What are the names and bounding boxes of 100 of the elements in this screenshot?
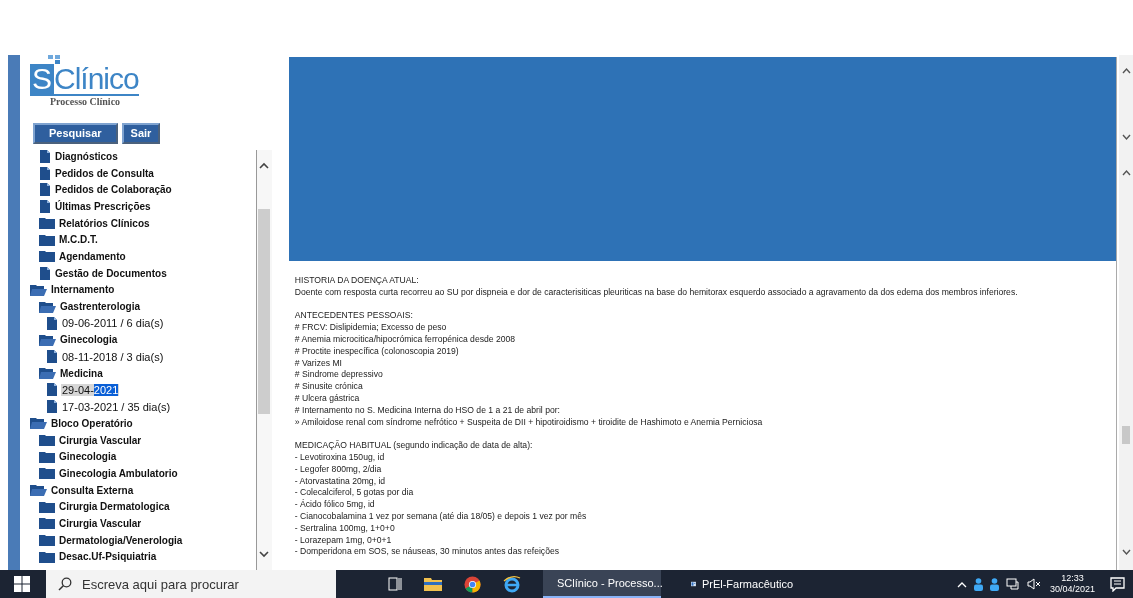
browser-e-icon[interactable] xyxy=(503,575,521,593)
tree-item[interactable]: 17-03-2021 / 35 dia(s) xyxy=(61,400,172,413)
tree-item[interactable]: Consulta Externa xyxy=(50,484,135,496)
folder-icon xyxy=(39,517,55,530)
text-line: # Varizes MI xyxy=(294,357,343,370)
section-heading: ANTECEDENTES PESSOAIS: xyxy=(294,310,414,323)
clock-date: 30/04/2021 xyxy=(1049,584,1095,595)
text-line: - Ácido fólico 5mg, id xyxy=(294,499,376,511)
text-line: # Internamento no S. Medicina Interna do HSO de 1 a 21 de abril por: xyxy=(294,404,561,417)
folder-icon xyxy=(39,500,55,513)
text-line: - Levotiroxina 150ug, id xyxy=(294,452,386,464)
document-icon xyxy=(39,183,51,197)
tree-item[interactable]: Cirurgia Vascular xyxy=(58,434,143,446)
chrome-icon[interactable] xyxy=(464,575,481,593)
tree-item[interactable]: Medicina xyxy=(59,367,104,379)
text-line: # Sindrome depressivo xyxy=(294,369,384,382)
text-line: # Anemia microcitica/hipocrómica ferropénica desde 2008 xyxy=(294,334,517,346)
tree-item[interactable]: Agendamento xyxy=(58,250,127,262)
tree-item[interactable]: Gastrenterologia xyxy=(59,301,142,313)
folder-icon xyxy=(39,467,55,480)
text-line: - Cianocobalamina 1 vez por semana (até dia 18/05) e depois 1 vez por mês xyxy=(294,511,588,523)
document-icon xyxy=(46,400,58,414)
chevron-up-icon[interactable] xyxy=(956,580,967,588)
document-icon xyxy=(46,350,58,364)
text-line: - Legofer 800mg, 2/dia xyxy=(294,463,383,476)
tree-item[interactable]: M.C.D.T. xyxy=(58,234,99,246)
logo-subtitle: Processo Clínico xyxy=(50,96,121,107)
page-scrollbar[interactable] xyxy=(1119,55,1133,570)
folder-icon xyxy=(39,233,55,246)
folder-icon xyxy=(30,484,47,497)
text-line: # Ulcera gástrica xyxy=(294,393,361,405)
document-icon xyxy=(39,149,51,163)
notification-icon[interactable] xyxy=(1110,576,1125,592)
tree-item[interactable]: Cirurgia Dermatologica xyxy=(58,501,171,513)
chevron-up-icon xyxy=(1121,67,1131,74)
folder-icon xyxy=(39,333,56,346)
taskbar-app[interactable]: SClínico - Processo... xyxy=(543,570,661,598)
folder-icon xyxy=(39,534,55,547)
chevron-down-icon xyxy=(1121,134,1131,141)
section-heading: HISTORIA DA DOENÇA ATUAL: xyxy=(294,275,420,287)
text-line: - Domperidona em SOS, se náuseas, 30 minutos antes das refeições xyxy=(294,546,560,559)
tree-item[interactable]: Ginecologia xyxy=(58,451,118,463)
taskbar-app[interactable]: PrEl-Farmacêutico xyxy=(683,570,801,598)
tree-item[interactable]: Pedidos de Colaboração xyxy=(54,184,173,196)
chevron-down-icon xyxy=(259,551,270,558)
text-line: # FRCV: Dislipidemia; Excesso de peso xyxy=(294,322,448,335)
text-line: - Sertralina 100mg, 1+0+0 xyxy=(294,522,396,535)
search-button[interactable]: Pesquisar xyxy=(33,123,118,144)
tree-item[interactable]: Gestão de Documentos xyxy=(54,267,168,279)
network-icon[interactable] xyxy=(1005,577,1020,591)
document-icon xyxy=(39,199,51,213)
logo-name: Clínico xyxy=(54,64,139,94)
tree-item[interactable]: Internamento xyxy=(50,284,116,296)
folder-icon xyxy=(39,250,55,263)
clock-time: 12:33 xyxy=(1061,573,1084,584)
document-icon xyxy=(39,266,51,280)
folder-icon xyxy=(39,450,55,463)
text-line: - Colecalciferol, 5 gotas por dia xyxy=(294,487,415,499)
search-field[interactable]: Escreva aqui para procurar xyxy=(46,570,336,598)
exit-button[interactable]: Sair xyxy=(121,123,161,144)
tree-item[interactable]: Desac.Uf-Psiquiatria xyxy=(58,551,158,563)
text-line: # Proctite inespecífica (colonoscopia 2019) xyxy=(294,345,460,358)
person-icon[interactable] xyxy=(973,577,983,591)
folder-icon xyxy=(30,417,47,430)
tree-item[interactable]: Relatórios Clínicos xyxy=(58,217,151,229)
person-icon[interactable] xyxy=(989,577,999,591)
squares-icon xyxy=(48,55,60,64)
tree-item[interactable]: Pedidos de Consulta xyxy=(54,167,155,179)
document-icon xyxy=(46,316,58,330)
windows-start-icon[interactable] xyxy=(14,576,30,592)
tree-item[interactable]: Cirurgia Vascular xyxy=(58,517,143,529)
logo-letter: S xyxy=(30,64,54,94)
chevron-down-icon xyxy=(1121,549,1131,556)
speaker-muted-icon[interactable] xyxy=(1026,578,1041,590)
chevron-up-icon xyxy=(1121,169,1131,176)
folder-icon xyxy=(39,434,55,447)
document-icon xyxy=(46,383,58,397)
tree-item[interactable]: Ginecologia Ambulatorio xyxy=(58,467,179,479)
scrollbar[interactable] xyxy=(255,150,272,570)
text-line: - Atorvastatina 20mg, id xyxy=(294,475,387,488)
chevron-up-icon xyxy=(259,162,270,169)
folder-icon xyxy=(39,550,55,563)
tree-item[interactable]: Dermatologia/Venerologia xyxy=(58,534,184,546)
folder-icon xyxy=(39,300,56,313)
tree-item[interactable]: Diagnósticos xyxy=(54,150,119,162)
task-view-icon[interactable] xyxy=(388,577,402,591)
tree-item[interactable]: Últimas Prescrições xyxy=(54,200,152,212)
tree-item[interactable]: 08-11-2018 / 3 dia(s) xyxy=(61,350,165,363)
folder-icon xyxy=(30,283,47,296)
text-line: - Lorazepam 1mg, 0+0+1 xyxy=(294,534,393,547)
scrollbar-thumb[interactable] xyxy=(1122,426,1131,444)
tree-item[interactable]: Ginecologia xyxy=(59,334,119,346)
text-line: Doente com resposta curta recorreu ao SU por dispneia e dor de caracterisiticas pleuriticas na base do hemitorax esquerdo associado a agravamento da dos edema dos membros inferiores. xyxy=(294,286,1019,299)
tree-item[interactable]: Bloco Operatório xyxy=(50,417,134,429)
folder-icon xyxy=(39,217,55,230)
text-line: # Sinusite crónica xyxy=(294,381,364,394)
tree-item[interactable]: 09-06-2011 / 6 dia(s) xyxy=(61,317,165,330)
folder-icon xyxy=(39,367,56,380)
section-heading: MEDICAÇÃO HABITUAL (segundo indicação de data de alta): xyxy=(294,440,534,453)
folder-icon[interactable] xyxy=(424,577,442,591)
